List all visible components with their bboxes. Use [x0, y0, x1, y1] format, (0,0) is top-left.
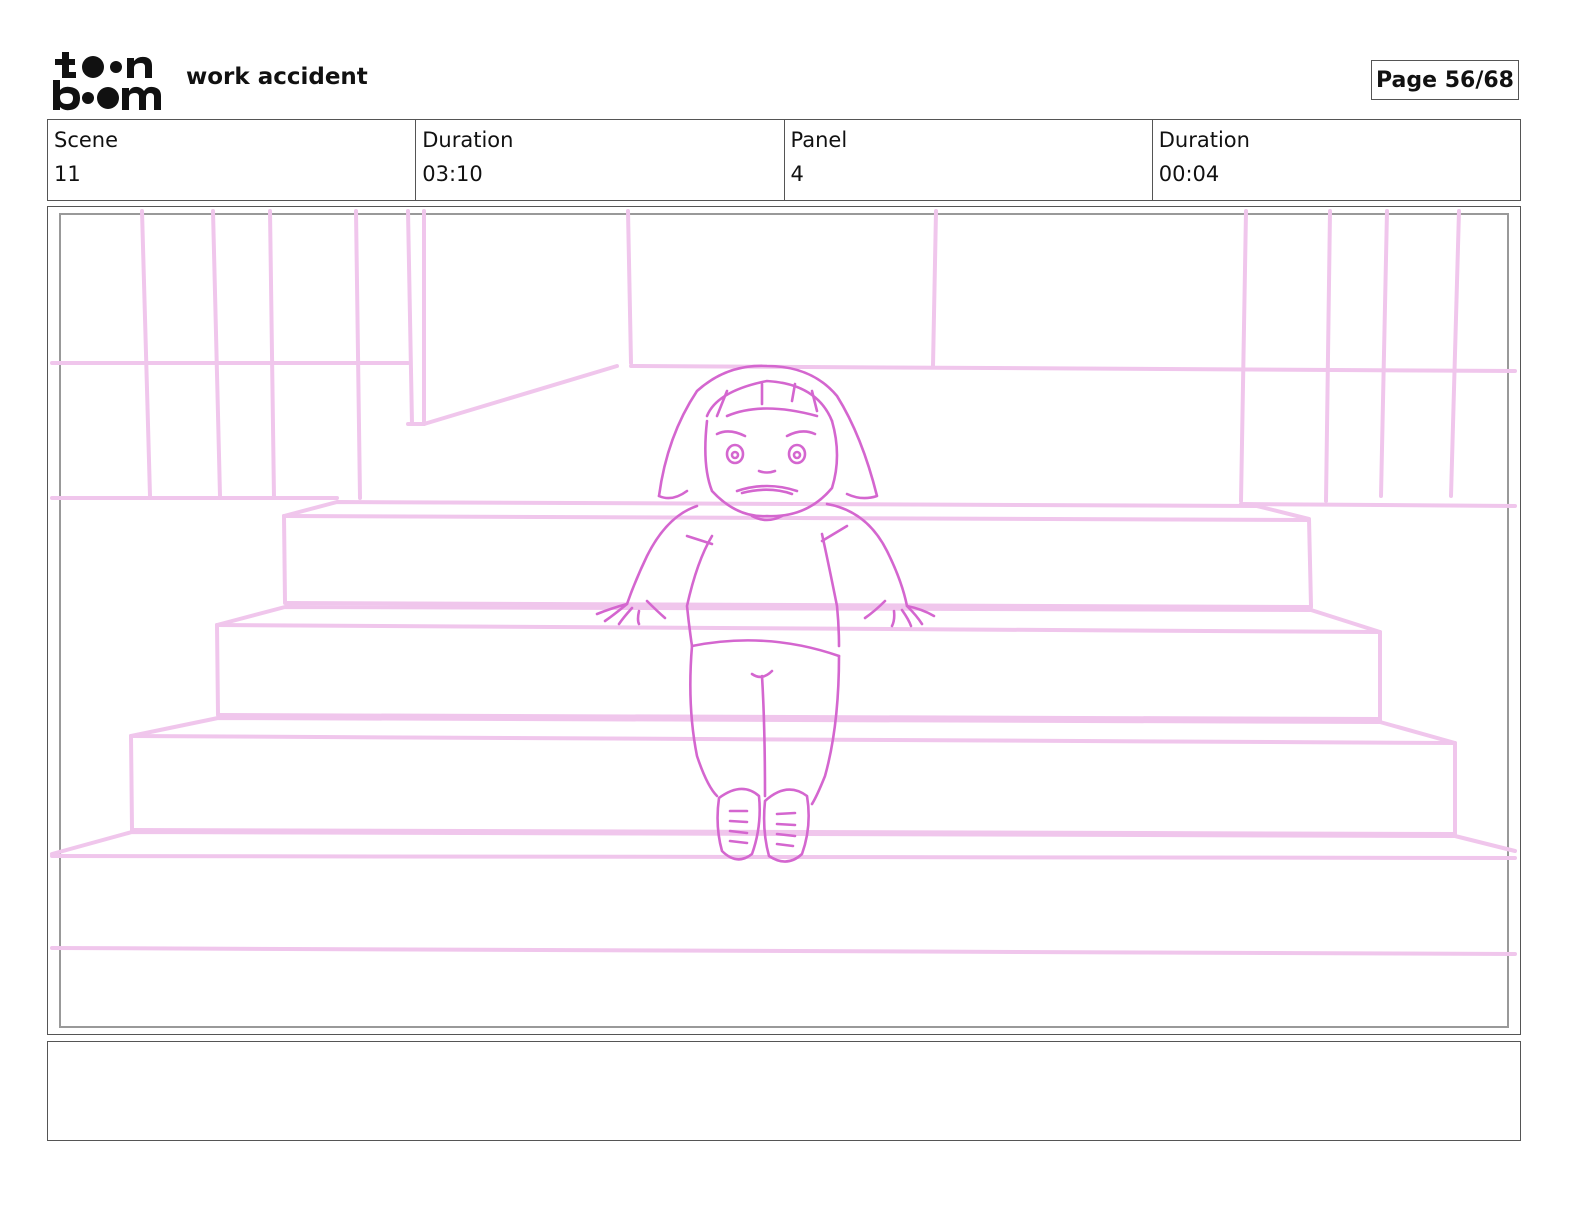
scene-cell: Scene 11: [48, 120, 417, 200]
character-girl-sketch: [595, 364, 936, 863]
page-indicator: Page 56/68: [1371, 60, 1519, 100]
panel-value: 4: [790, 162, 804, 186]
panel-duration-cell: Duration 00:04: [1153, 120, 1520, 200]
panel-cell: Panel 4: [785, 120, 1153, 200]
toon-boom-logo: [53, 52, 161, 111]
scene-duration-value: 03:10: [422, 162, 483, 186]
scene-duration-label: Duration: [422, 128, 514, 152]
document-title: work accident: [186, 64, 368, 90]
panel-duration-value: 00:04: [1158, 162, 1220, 186]
background-stairs-sketch: [50, 209, 1517, 956]
panel-info-table: Scene 11 Duration 03:10 Panel 4 Duration…: [47, 119, 1521, 201]
panel-notes-box: [47, 1041, 1521, 1141]
panel-label: Panel: [790, 128, 848, 152]
storyboard-sketch: [50, 209, 1517, 956]
scene-duration-cell: Duration 03:10: [416, 120, 785, 200]
scene-value: 11: [54, 162, 81, 186]
scene-label: Scene: [54, 128, 119, 152]
panel-duration-label: Duration: [1158, 128, 1250, 152]
